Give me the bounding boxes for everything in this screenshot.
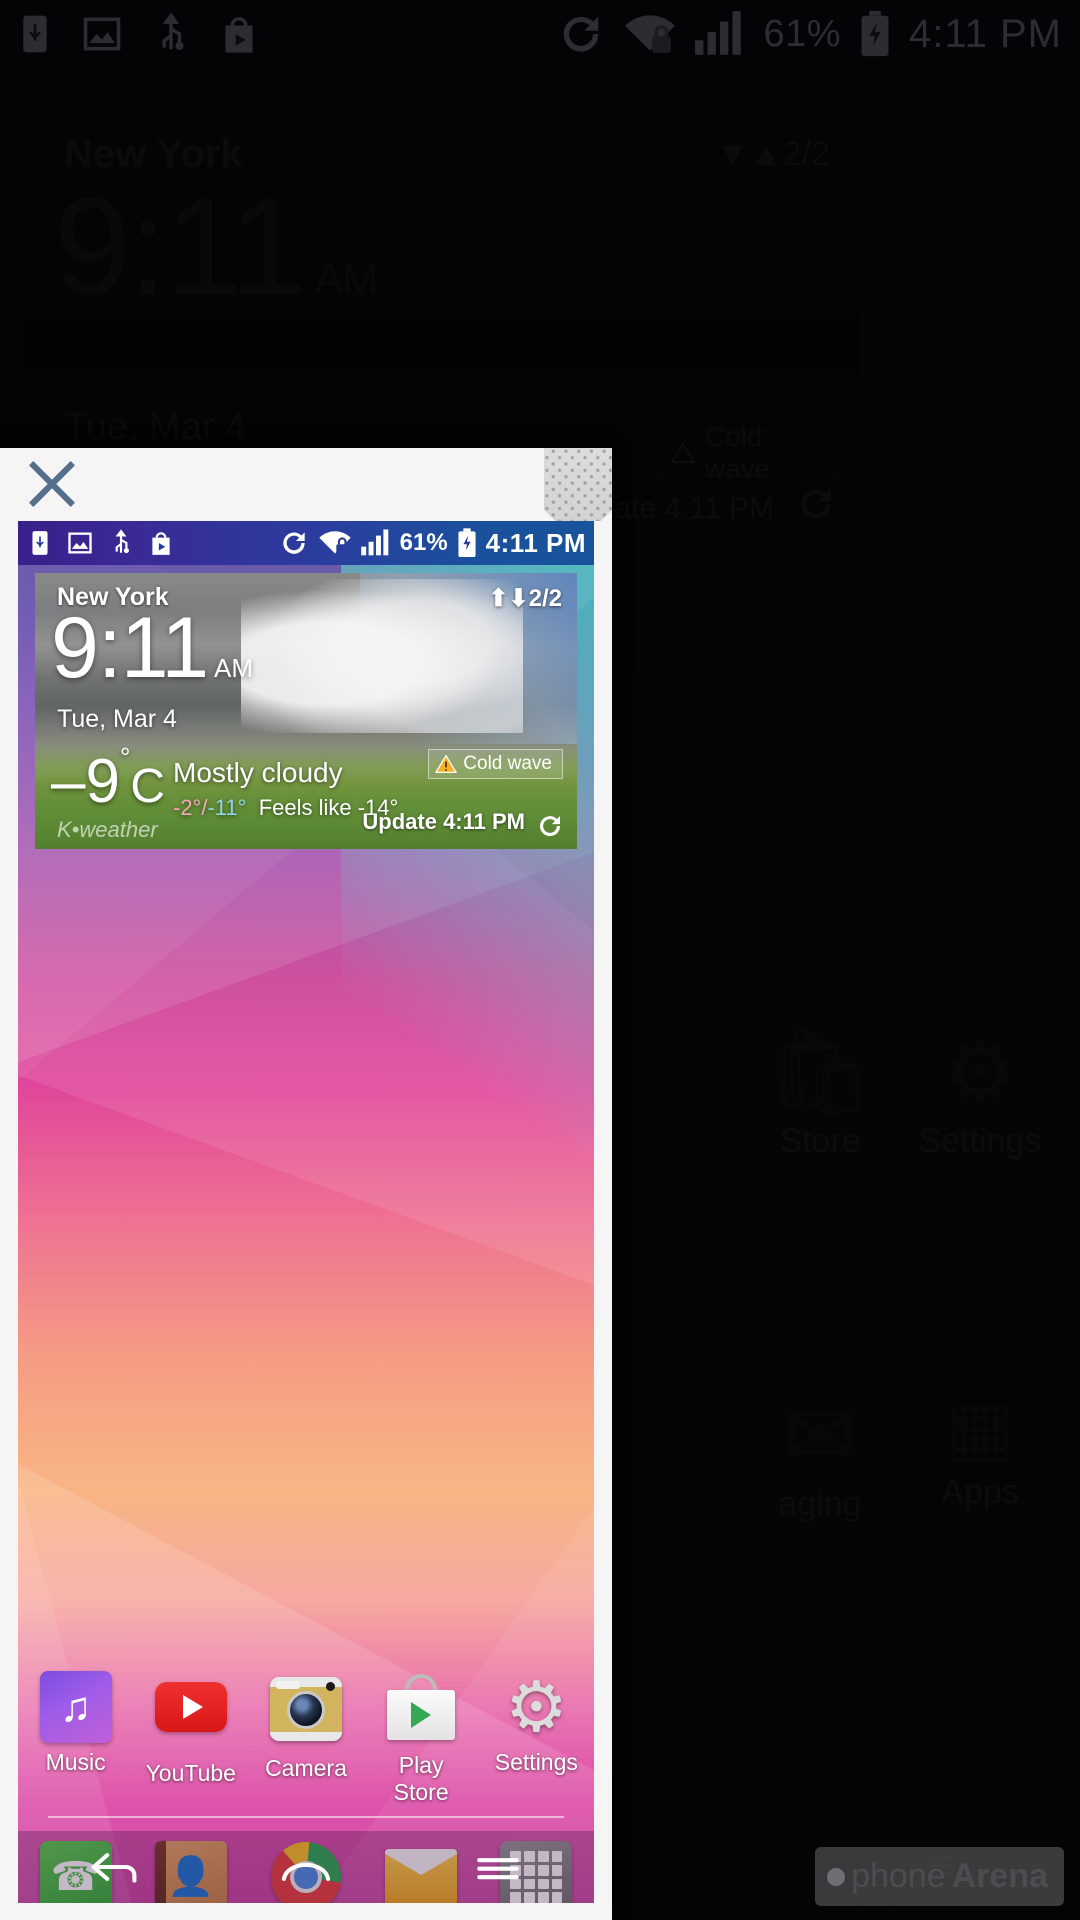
close-icon[interactable] xyxy=(24,456,80,512)
weather-clock-hour: 9 xyxy=(51,600,99,696)
app-play-store[interactable]: Play Store xyxy=(369,1671,473,1806)
sync-icon xyxy=(564,16,599,52)
weather-clock: 9:11 AM xyxy=(51,605,253,691)
wifi-secure-icon xyxy=(318,531,351,555)
cold-wave-badge[interactable]: Cold wave xyxy=(428,749,563,779)
usb-icon xyxy=(115,529,129,554)
weather-pager[interactable]: ⬆⬇2/2 xyxy=(488,584,562,613)
app-music[interactable]: ♫ Music xyxy=(24,1671,128,1806)
gallery-icon xyxy=(68,532,92,554)
signal-icon xyxy=(695,11,742,55)
menu-icon[interactable] xyxy=(472,1850,524,1884)
background-status-bar: 61% 4:11 PM xyxy=(0,0,1080,68)
refresh-icon[interactable] xyxy=(535,811,565,841)
background-battery-percent: 61% xyxy=(763,12,841,55)
warning-triangle-icon xyxy=(435,754,458,773)
usb-battery-icon xyxy=(23,15,47,53)
play-store-icon xyxy=(152,532,170,555)
background-clock: 4:11 PM xyxy=(909,11,1062,56)
app-camera[interactable]: Camera xyxy=(254,1671,358,1806)
battery-charging-icon xyxy=(458,528,476,558)
app-settings[interactable]: ⚙ Settings xyxy=(484,1671,588,1806)
sync-icon xyxy=(282,532,305,554)
watermark-dot-icon xyxy=(827,1867,846,1886)
app-label: Play Store xyxy=(393,1752,449,1805)
app-label: Music xyxy=(45,1749,106,1775)
gallery-icon xyxy=(83,17,121,51)
screenshot-battery-percent: 61% xyxy=(399,529,448,556)
dog-ear-corner-icon xyxy=(544,448,612,521)
weather-provider-brand: K•weather xyxy=(57,817,158,842)
cold-wave-label: Cold wave xyxy=(463,753,552,774)
gear-icon: ⚙ xyxy=(504,1668,568,1746)
weather-date: Tue, Mar 4 xyxy=(57,705,177,733)
weather-clock-colon: : xyxy=(97,600,122,696)
app-youtube[interactable]: YouTube xyxy=(139,1671,243,1806)
camera-icon xyxy=(269,1677,342,1749)
usb-icon xyxy=(162,12,184,50)
watermark: phone Arena xyxy=(815,1847,1064,1906)
app-label: Camera xyxy=(265,1755,347,1781)
watermark-bold: Arena xyxy=(951,1857,1048,1895)
home-icon[interactable] xyxy=(280,1850,332,1884)
weather-pager-value: 2/2 xyxy=(528,585,562,612)
weather-clock-ampm: AM xyxy=(214,653,254,683)
play-store-icon xyxy=(385,1674,457,1746)
screenshot-app-row: ♫ Music YouTube Camera Play Store ⚙ Sett… xyxy=(18,1671,594,1806)
battery-charging-icon xyxy=(861,10,889,57)
play-store-icon xyxy=(225,17,253,53)
wifi-secure-icon xyxy=(625,15,676,53)
screenshot-nav-bar xyxy=(18,1831,594,1903)
weather-temp-unit: C xyxy=(130,760,166,813)
screenshot-weather-widget[interactable]: New York ⬆⬇2/2 9:11 AM Tue, Mar 4 –9°C Mo… xyxy=(35,573,577,849)
weather-temperature: –9°C xyxy=(51,744,166,813)
watermark-light: phone xyxy=(851,1857,946,1895)
dock-divider xyxy=(48,1816,564,1818)
weather-update-time: Update 4:11 PM xyxy=(362,809,525,834)
screenshot-clock: 4:11 PM xyxy=(485,527,586,558)
weather-temp-value: –9 xyxy=(51,747,120,816)
app-label: YouTube xyxy=(145,1760,236,1786)
weather-high: -2° xyxy=(173,795,202,820)
usb-battery-icon xyxy=(32,531,48,555)
screenshot-thumbnail[interactable]: 61% 4:11 PM New York ⬆⬇2/2 9:11 AM Tue, M… xyxy=(18,521,594,1903)
popup-header xyxy=(0,448,612,521)
weather-low: -11° xyxy=(207,795,247,820)
youtube-icon xyxy=(154,1682,227,1754)
screenshot-preview-popup: 61% 4:11 PM New York ⬆⬇2/2 9:11 AM Tue, M… xyxy=(0,448,612,1920)
weather-clock-minute: 11 xyxy=(120,600,209,696)
weather-clouds xyxy=(240,578,523,734)
weather-condition: Mostly cloudy xyxy=(173,757,343,788)
music-icon: ♫ xyxy=(39,1671,112,1743)
weather-temp-degree: ° xyxy=(119,742,131,773)
back-arrow-icon[interactable] xyxy=(88,1850,140,1884)
app-label: Settings xyxy=(494,1749,578,1775)
screenshot-status-bar: 61% 4:11 PM xyxy=(18,521,594,565)
signal-icon xyxy=(360,529,388,556)
